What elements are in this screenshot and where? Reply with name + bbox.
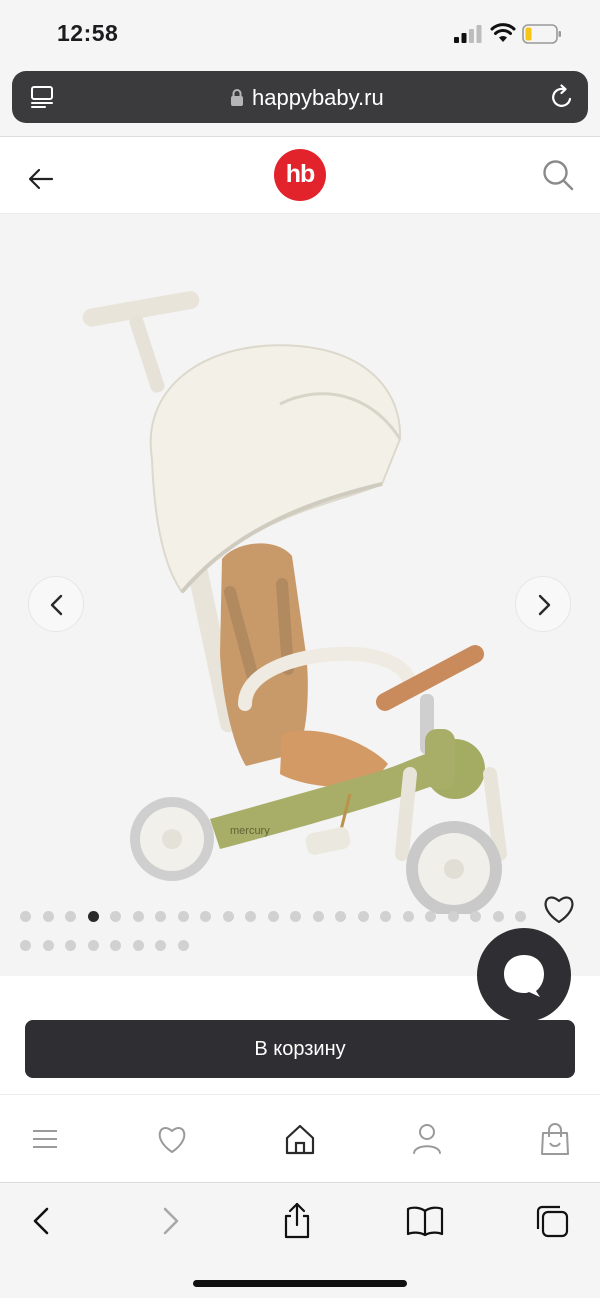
gallery-dot[interactable] — [447, 911, 459, 922]
product-gallery[interactable]: mercury — [0, 214, 600, 976]
gallery-dot[interactable] — [65, 940, 76, 951]
nav-item-home[interactable] — [280, 1119, 320, 1159]
site-logo[interactable]: hb — [274, 149, 326, 201]
chevron-left-icon — [50, 594, 63, 616]
cellular-signal-icon — [454, 25, 482, 43]
gallery-prev-button[interactable] — [28, 576, 84, 632]
gallery-dot[interactable] — [312, 911, 324, 922]
gallery-dot[interactable] — [222, 911, 234, 922]
wifi-icon — [490, 23, 516, 42]
chevron-left-icon — [33, 1207, 49, 1235]
shopping-bag-icon — [541, 1123, 569, 1155]
bookmarks-button[interactable] — [405, 1201, 445, 1241]
gallery-dot[interactable] — [87, 940, 99, 951]
chat-button[interactable] — [477, 928, 571, 1022]
gallery-dot[interactable] — [177, 940, 189, 951]
nav-item-menu[interactable] — [25, 1119, 65, 1159]
tricycle-stroller-image: mercury — [82, 291, 507, 914]
reload-icon[interactable] — [550, 84, 574, 110]
gallery-dot[interactable] — [380, 911, 391, 922]
address-bar[interactable]: happybaby.ru — [12, 71, 588, 123]
gallery-dot[interactable] — [110, 940, 121, 951]
home-icon — [285, 1124, 315, 1155]
gallery-dot[interactable] — [425, 911, 436, 922]
gallery-dot[interactable] — [155, 940, 166, 951]
tabs-button[interactable] — [532, 1201, 572, 1241]
share-icon — [284, 1202, 310, 1239]
heart-icon — [158, 1127, 186, 1153]
nav-item-profile[interactable] — [407, 1119, 447, 1159]
browser-toolbar — [0, 1182, 600, 1298]
chevron-right-icon — [163, 1207, 179, 1235]
image-brand-text: mercury — [230, 825, 270, 837]
gallery-dot[interactable] — [290, 911, 301, 922]
browser-back-button[interactable] — [22, 1201, 62, 1241]
status-bar: 12:58 — [0, 0, 600, 66]
chat-bubble-icon — [504, 955, 544, 997]
page-menu-icon[interactable] — [30, 85, 54, 109]
tabs-icon — [536, 1205, 569, 1238]
add-to-cart-button[interactable]: В корзину — [25, 1020, 575, 1078]
gallery-dot[interactable] — [177, 911, 189, 922]
chevron-right-icon — [538, 594, 551, 616]
user-icon — [413, 1124, 441, 1154]
site-header: hb — [0, 137, 600, 214]
gallery-dot[interactable] — [42, 911, 54, 922]
heart-icon[interactable] — [542, 894, 576, 924]
gallery-dot[interactable] — [155, 911, 166, 922]
site-bottom-nav — [0, 1094, 600, 1183]
url-text[interactable]: happybaby.ru — [252, 85, 384, 111]
browser-address-area: happybaby.ru — [0, 66, 600, 137]
nav-item-cart[interactable] — [535, 1119, 575, 1159]
share-button[interactable] — [277, 1201, 317, 1241]
gallery-dot[interactable] — [87, 911, 99, 922]
status-time: 12:58 — [57, 20, 119, 46]
book-icon — [406, 1206, 444, 1237]
gallery-dot[interactable] — [470, 911, 481, 922]
gallery-dot[interactable] — [65, 911, 76, 922]
gallery-dot[interactable] — [200, 911, 211, 922]
menu-icon — [33, 1130, 57, 1148]
gallery-dot[interactable] — [267, 911, 279, 922]
gallery-dot[interactable] — [245, 911, 256, 922]
gallery-dot[interactable] — [132, 911, 144, 922]
nav-item-favorites[interactable] — [152, 1119, 192, 1159]
gallery-dot[interactable] — [357, 911, 369, 922]
gallery-next-button[interactable] — [515, 576, 571, 632]
gallery-dot[interactable] — [110, 911, 121, 922]
gallery-dot[interactable] — [20, 940, 31, 951]
gallery-dot[interactable] — [335, 911, 346, 922]
browser-forward-button[interactable] — [150, 1201, 190, 1241]
gallery-dot[interactable] — [515, 911, 526, 922]
lock-icon — [231, 89, 243, 106]
gallery-dot[interactable] — [20, 911, 31, 922]
home-indicator — [193, 1280, 407, 1287]
gallery-dot[interactable] — [492, 911, 504, 922]
back-arrow-icon[interactable] — [28, 168, 54, 190]
gallery-dot[interactable] — [42, 940, 54, 951]
battery-icon — [522, 24, 561, 44]
search-icon[interactable] — [542, 159, 574, 191]
gallery-dot[interactable] — [402, 911, 414, 922]
gallery-dot[interactable] — [132, 940, 144, 951]
